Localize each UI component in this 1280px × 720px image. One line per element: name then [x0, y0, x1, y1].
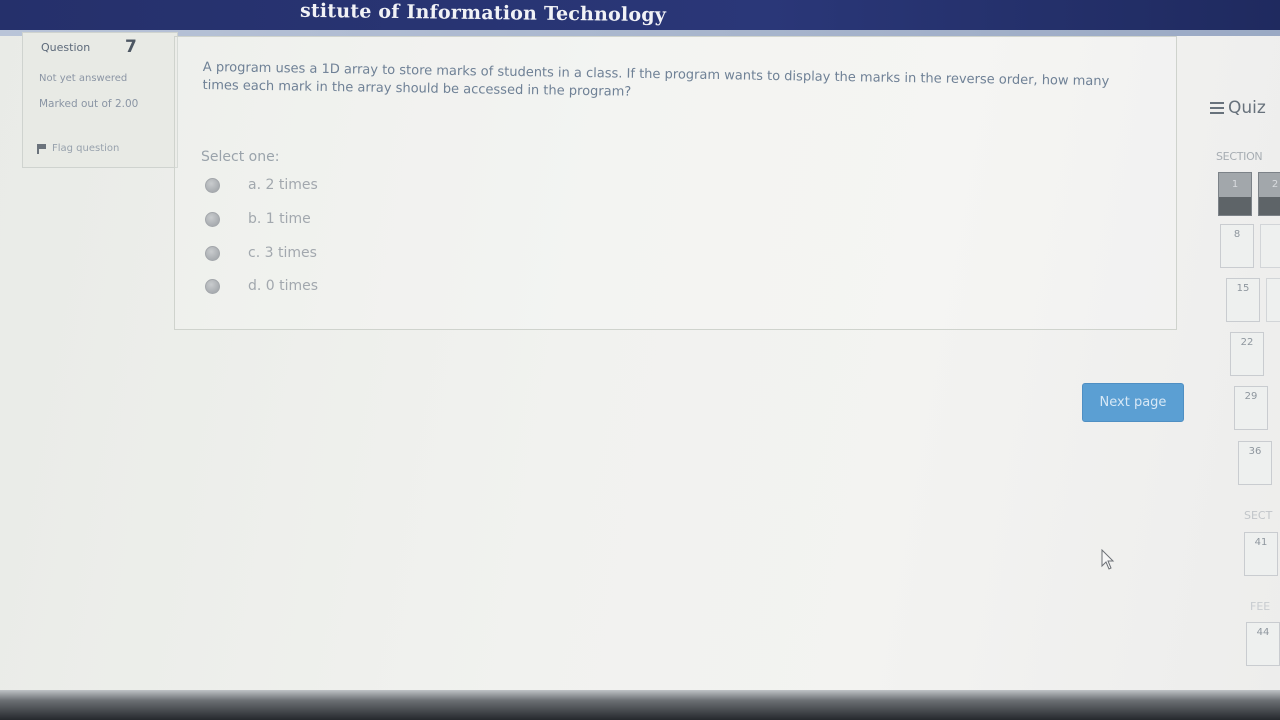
radio-button[interactable]: [205, 211, 220, 227]
option-c[interactable]: c. 3 times: [205, 245, 317, 261]
mouse-cursor-icon: [1101, 549, 1115, 570]
quiz-nav-number: 2: [1259, 173, 1280, 197]
quiz-title: Quiz: [1228, 98, 1266, 118]
header-title: stitute of Information Technology: [299, 0, 667, 27]
question-info-box: Question 7 Not yet answered Marked out o…: [22, 32, 178, 168]
section-label-3: FEE: [1250, 600, 1271, 613]
question-number: 7: [125, 37, 137, 57]
select-one-prompt: Select one:: [201, 149, 280, 165]
quiz-nav-button-8[interactable]: 8: [1220, 224, 1254, 268]
option-label: b. 1 time: [248, 211, 311, 227]
quiz-nav-button-1[interactable]: 1: [1218, 172, 1252, 216]
option-b[interactable]: b. 1 time: [205, 211, 311, 227]
quiz-nav-number: 8: [1233, 229, 1241, 240]
screen: stitute of Information Technology Questi…: [0, 0, 1280, 700]
section-label-2: SECT: [1244, 509, 1273, 522]
quiz-nav-button-36[interactable]: 36: [1238, 441, 1272, 485]
quiz-nav-number: 41: [1254, 537, 1268, 548]
flag-icon: [37, 143, 46, 154]
quiz-nav-number: 29: [1244, 391, 1258, 402]
option-label: a. 2 times: [248, 177, 318, 193]
quiz-navigation-title[interactable]: Quiz: [1210, 98, 1266, 118]
question-text: A program uses a 1D array to store marks…: [202, 59, 1110, 100]
quiz-nav-button[interactable]: [1260, 224, 1280, 268]
radio-button[interactable]: [205, 177, 220, 193]
option-label: d. 0 times: [248, 278, 319, 294]
quiz-nav-button-29[interactable]: 29: [1234, 386, 1268, 430]
option-d[interactable]: d. 0 times: [205, 278, 318, 294]
section-label: SECTION: [1216, 150, 1263, 163]
question-box: A program uses a 1D array to store marks…: [174, 36, 1177, 330]
quiz-nav-number: 1: [1219, 173, 1251, 197]
site-header: stitute of Information Technology: [0, 0, 1280, 34]
flag-question-link[interactable]: Flag question: [37, 143, 119, 154]
quiz-nav-number: 15: [1236, 283, 1250, 294]
quiz-nav-button-41[interactable]: 41: [1244, 532, 1278, 576]
radio-button[interactable]: [205, 245, 220, 261]
quiz-nav-button-15[interactable]: 15: [1226, 278, 1260, 322]
screen-bezel: [0, 690, 1280, 720]
radio-button[interactable]: [205, 278, 220, 294]
quiz-nav-number: 36: [1248, 446, 1262, 457]
quiz-nav-button-2[interactable]: 2: [1258, 172, 1280, 216]
option-a[interactable]: a. 2 times: [205, 177, 318, 193]
next-page-button[interactable]: Next page: [1082, 383, 1184, 422]
option-label: c. 3 times: [248, 245, 317, 261]
answer-status: Not yet answered: [39, 73, 128, 84]
quiz-nav-button-22[interactable]: 22: [1230, 332, 1264, 376]
quiz-nav-number: 22: [1240, 337, 1254, 348]
quiz-nav-button[interactable]: [1266, 278, 1280, 322]
question-label: Question: [41, 41, 91, 54]
flag-question-label: Flag question: [52, 143, 120, 154]
hamburger-menu-icon: [1210, 102, 1224, 114]
quiz-nav-number: 44: [1256, 627, 1270, 638]
quiz-nav-button-44[interactable]: 44: [1246, 622, 1280, 666]
marked-out-of: Marked out of 2.00: [39, 98, 139, 110]
